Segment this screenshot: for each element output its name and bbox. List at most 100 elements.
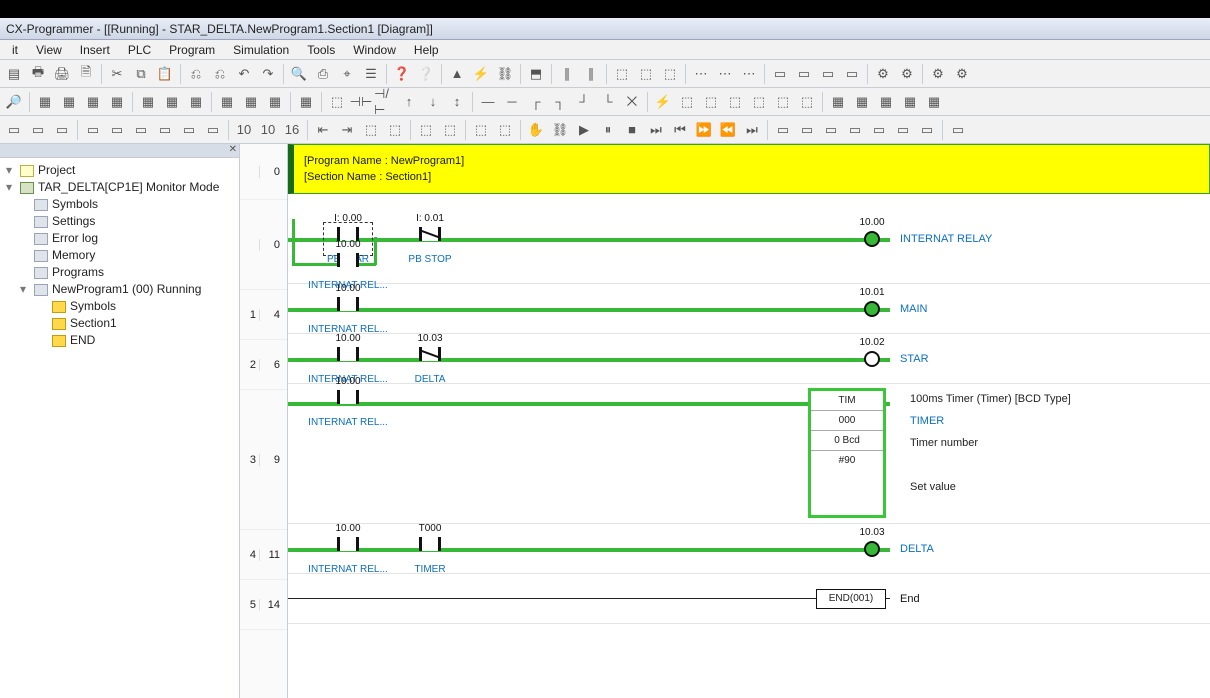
project-tree[interactable]: ▾ Project ▾ TAR_DELTA[CP1E] Monitor Mode… xyxy=(0,158,239,353)
toolbar-button[interactable]: ↕ xyxy=(445,90,469,114)
toolbar-button[interactable]: ▭ xyxy=(105,118,129,142)
contact-internat-rel-[interactable]: 10.00INTERNAT REL... xyxy=(328,537,368,561)
toolbar-button[interactable]: ⏭ xyxy=(644,118,668,142)
toolbar-button[interactable]: ⬚ xyxy=(469,118,493,142)
coil-10-03[interactable]: 10.03 xyxy=(864,541,880,557)
toolbar-button[interactable]: ⇤ xyxy=(311,118,335,142)
toolbar-button[interactable]: ⬚ xyxy=(610,62,634,86)
gutter-rung-5[interactable]: 514 xyxy=(240,580,287,630)
toolbar-button[interactable]: ↑ xyxy=(397,90,421,114)
toolbar-button[interactable]: ▦ xyxy=(263,90,287,114)
toolbar-button[interactable]: ▭ xyxy=(795,118,819,142)
toolbar-button[interactable]: ▦ xyxy=(184,90,208,114)
toolbar-button[interactable]: ▭ xyxy=(177,118,201,142)
rung-4[interactable]: 10.00INTERNAT REL...T000TIMER10.03DELTA xyxy=(288,524,1210,574)
toolbar-button[interactable]: ⧉ xyxy=(129,62,153,86)
toolbar-button[interactable]: ⋯ xyxy=(713,62,737,86)
gutter-rung-2[interactable]: 26 xyxy=(240,340,287,390)
rung-0[interactable]: I: 0.00PB STARI: 0.01PB STOP10.00INTERNA… xyxy=(288,194,1210,284)
toolbar-button[interactable]: 🗎 xyxy=(74,62,98,86)
toolbar-button[interactable]: ↓ xyxy=(421,90,445,114)
toolbar-button[interactable]: ⎌ xyxy=(208,62,232,86)
menu-simulation[interactable]: Simulation xyxy=(225,41,297,59)
tree-item-programs[interactable]: Programs xyxy=(2,264,237,281)
toolbar-button[interactable]: ▦ xyxy=(81,90,105,114)
tree-item-settings[interactable]: Settings xyxy=(2,213,237,230)
toolbar-button[interactable]: ⬚ xyxy=(359,118,383,142)
tree-root[interactable]: ▾ Project xyxy=(2,162,237,179)
menu-insert[interactable]: Insert xyxy=(72,41,118,59)
toolbar-button[interactable]: ▭ xyxy=(129,118,153,142)
toolbar-button[interactable]: ▭ xyxy=(819,118,843,142)
toolbar-button[interactable]: ▭ xyxy=(840,62,864,86)
toolbar-button[interactable]: ⚙ xyxy=(950,62,974,86)
toolbar-button[interactable]: ▦ xyxy=(294,90,318,114)
toolbar-button[interactable]: ⇥ xyxy=(335,118,359,142)
toolbar-button[interactable]: ✋ xyxy=(524,118,548,142)
toolbar-button[interactable]: ⌖ xyxy=(335,62,359,86)
toolbar-button[interactable]: ▦ xyxy=(239,90,263,114)
toolbar-button[interactable]: ▭ xyxy=(2,118,26,142)
toolbar-button[interactable]: ⊣/⊢ xyxy=(373,90,397,114)
toolbar-button[interactable]: ⚙ xyxy=(926,62,950,86)
toolbar-button[interactable]: ⬚ xyxy=(771,90,795,114)
toolbar-button[interactable]: ▦ xyxy=(215,90,239,114)
toolbar-button[interactable]: ▭ xyxy=(792,62,816,86)
toolbar-button[interactable]: ⚙ xyxy=(895,62,919,86)
contact-pb-stop[interactable]: I: 0.01PB STOP xyxy=(410,227,450,251)
toolbar-button[interactable]: ▭ xyxy=(915,118,939,142)
toolbar-button[interactable]: ⚡ xyxy=(469,62,493,86)
toolbar-button[interactable]: ⬚ xyxy=(325,90,349,114)
toolbar-button[interactable]: ❔ xyxy=(414,62,438,86)
toolbar-button[interactable]: ⋯ xyxy=(737,62,761,86)
toolbar-button[interactable]: ▦ xyxy=(898,90,922,114)
toolbar-button[interactable]: ↷ xyxy=(256,62,280,86)
gutter-rung-3[interactable]: 39 xyxy=(240,390,287,530)
toolbar-button[interactable]: ▭ xyxy=(891,118,915,142)
toolbar-button[interactable]: ∥ xyxy=(579,62,603,86)
toolbar-button[interactable]: ⬚ xyxy=(658,62,682,86)
toolbar-button[interactable]: ┌ xyxy=(524,90,548,114)
function-block-tim[interactable]: TIM0000 Bcd#90 xyxy=(808,388,886,518)
rung-5[interactable]: END(001)End xyxy=(288,574,1210,624)
toolbar-button[interactable]: ⋯ xyxy=(689,62,713,86)
toolbar-button[interactable]: ▦ xyxy=(922,90,946,114)
toolbar-button[interactable]: — xyxy=(476,90,500,114)
toolbar-button[interactable]: ▶ xyxy=(572,118,596,142)
toolbar-button[interactable]: ⛓ xyxy=(493,62,517,86)
toolbar-button[interactable]: 📋 xyxy=(153,62,177,86)
close-icon[interactable]: ✕ xyxy=(229,144,237,155)
contact-timer[interactable]: T000TIMER xyxy=(410,537,450,561)
toolbar-button[interactable]: ⚡ xyxy=(651,90,675,114)
tree-item-memory[interactable]: Memory xyxy=(2,247,237,264)
menu-window[interactable]: Window xyxy=(345,41,404,59)
tree-item-error-log[interactable]: Error log xyxy=(2,230,237,247)
toolbar-button[interactable]: ⬚ xyxy=(493,118,517,142)
toolbar-button[interactable]: ┐ xyxy=(548,90,572,114)
toolbar-button[interactable]: ⬚ xyxy=(723,90,747,114)
menu-plc[interactable]: PLC xyxy=(120,41,159,59)
contact-branch[interactable]: 10.00INTERNAT REL... xyxy=(328,253,368,277)
coil-10-02[interactable]: 10.02 xyxy=(864,351,880,367)
contact-internat-rel-[interactable]: 10.00INTERNAT REL... xyxy=(328,297,368,321)
toolbar-button[interactable]: 10 xyxy=(232,118,256,142)
toolbar-button[interactable]: ▦ xyxy=(57,90,81,114)
toolbar-button[interactable]: ↶ xyxy=(232,62,256,86)
gutter-rung-4[interactable]: 411 xyxy=(240,530,287,580)
toolbar-button[interactable]: ▦ xyxy=(850,90,874,114)
coil-10-01[interactable]: 10.01 xyxy=(864,301,880,317)
menu-program[interactable]: Program xyxy=(161,41,223,59)
toolbar-button[interactable]: ⬚ xyxy=(795,90,819,114)
function-block-end[interactable]: END(001) xyxy=(816,589,886,609)
toolbar-button[interactable]: ⬚ xyxy=(634,62,658,86)
ladder-diagram[interactable]: [Program Name : NewProgram1] [Section Na… xyxy=(288,144,1210,698)
toolbar-button[interactable]: ▭ xyxy=(768,62,792,86)
toolbar-button[interactable]: ⊣⊢ xyxy=(349,90,373,114)
toolbar-button[interactable]: ▭ xyxy=(26,118,50,142)
toolbar-button[interactable]: ▦ xyxy=(105,90,129,114)
menu-help[interactable]: Help xyxy=(406,41,447,59)
toolbar-button[interactable]: ⬚ xyxy=(747,90,771,114)
toolbar-button[interactable]: ▲ xyxy=(445,62,469,86)
toolbar-button[interactable]: ▦ xyxy=(826,90,850,114)
coil-10-00[interactable]: 10.00 xyxy=(864,231,880,247)
